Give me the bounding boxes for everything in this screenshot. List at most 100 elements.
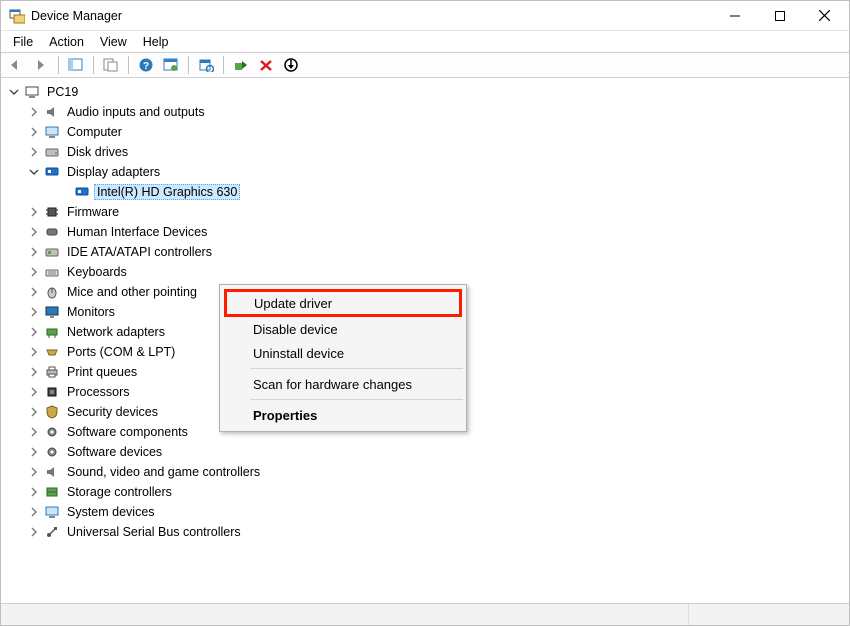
chevron-right-icon[interactable] [27, 425, 41, 439]
display-adapter-icon [43, 164, 61, 180]
menu-help[interactable]: Help [135, 33, 177, 51]
device-manager-window: Device Manager File Action View Help [0, 0, 850, 626]
chevron-right-icon[interactable] [27, 405, 41, 419]
disable-device-button[interactable] [280, 54, 302, 76]
tree-item-storage[interactable]: Storage controllers [3, 482, 847, 502]
printer-icon [43, 364, 61, 380]
close-button[interactable] [802, 1, 847, 30]
menubar: File Action View Help [1, 31, 849, 53]
tree-item-swdev[interactable]: Software devices [3, 442, 847, 462]
ide-icon [43, 244, 61, 260]
tree-item-hid[interactable]: Human Interface Devices [3, 222, 847, 242]
action-properties-button[interactable] [160, 54, 182, 76]
tree-item-system[interactable]: System devices [3, 502, 847, 522]
network-icon [43, 324, 61, 340]
tree-item-label: Computer [64, 124, 125, 140]
context-properties[interactable]: Properties [223, 403, 463, 427]
menu-view[interactable]: View [92, 33, 135, 51]
menu-action[interactable]: Action [41, 33, 92, 51]
chevron-right-icon[interactable] [27, 105, 41, 119]
show-hide-console-tree-button[interactable] [65, 54, 87, 76]
storage-icon [43, 484, 61, 500]
context-separator [250, 368, 463, 369]
titlebar: Device Manager [1, 1, 849, 31]
chevron-right-icon[interactable] [27, 445, 41, 459]
context-uninstall-device[interactable]: Uninstall device [223, 341, 463, 365]
minimize-button[interactable] [712, 1, 757, 30]
chevron-right-icon[interactable] [27, 385, 41, 399]
tree-item-label: Audio inputs and outputs [64, 104, 208, 120]
maximize-button[interactable] [757, 1, 802, 30]
context-update-driver[interactable]: Update driver [224, 289, 462, 317]
chevron-right-icon[interactable] [27, 365, 41, 379]
help-button[interactable]: ? [135, 54, 157, 76]
chevron-right-icon[interactable] [27, 225, 41, 239]
shield-icon [43, 404, 61, 420]
tree-item-label: Disk drives [64, 144, 131, 160]
toolbar: ? [1, 53, 849, 78]
update-driver-button[interactable] [230, 54, 252, 76]
toolbar-separator [223, 56, 224, 74]
speaker-icon [43, 104, 61, 120]
hid-icon [43, 224, 61, 240]
toolbar-separator [128, 56, 129, 74]
chevron-right-icon[interactable] [27, 245, 41, 259]
tree-item-label: Software components [64, 424, 191, 440]
forward-button[interactable] [30, 54, 52, 76]
chevron-right-icon[interactable] [27, 305, 41, 319]
tree-item-ide[interactable]: IDE ATA/ATAPI controllers [3, 242, 847, 262]
svg-text:?: ? [143, 61, 149, 72]
menu-file[interactable]: File [5, 33, 41, 51]
tree-item-label: Processors [64, 384, 133, 400]
chevron-right-icon[interactable] [27, 125, 41, 139]
chevron-right-icon[interactable] [27, 525, 41, 539]
chevron-right-icon[interactable] [27, 465, 41, 479]
tree-item-firmware[interactable]: Firmware [3, 202, 847, 222]
tree-item-usb[interactable]: Universal Serial Bus controllers [3, 522, 847, 542]
statusbar [1, 603, 849, 625]
tree-item-label: Ports (COM & LPT) [64, 344, 178, 360]
tree-item-computer[interactable]: Computer [3, 122, 847, 142]
chevron-right-icon[interactable] [27, 505, 41, 519]
back-button[interactable] [5, 54, 27, 76]
tree-item-label: Storage controllers [64, 484, 175, 500]
gear-icon [43, 444, 61, 460]
tree-item-label: Keyboards [64, 264, 130, 280]
context-scan-hardware[interactable]: Scan for hardware changes [223, 372, 463, 396]
chevron-right-icon[interactable] [27, 345, 41, 359]
scan-hardware-button[interactable] [195, 54, 217, 76]
properties-sheet-button[interactable] [100, 54, 122, 76]
tree-item-display[interactable]: Display adapters [3, 162, 847, 182]
chevron-right-icon[interactable] [27, 145, 41, 159]
chevron-right-icon[interactable] [27, 325, 41, 339]
tree-item-intel-graphics[interactable]: Intel(R) HD Graphics 630 [3, 182, 847, 202]
tree-item-label: Network adapters [64, 324, 168, 340]
tree-item-label: Mice and other pointing [64, 284, 200, 300]
status-pane [1, 604, 689, 625]
gear-icon [43, 424, 61, 440]
tree-item-keyboards[interactable]: Keyboards [3, 262, 847, 282]
context-separator [250, 399, 463, 400]
chevron-down-icon[interactable] [27, 165, 41, 179]
chevron-right-icon[interactable] [27, 205, 41, 219]
uninstall-device-button[interactable] [255, 54, 277, 76]
tree-item-label: Print queues [64, 364, 140, 380]
chevron-right-icon[interactable] [27, 485, 41, 499]
tree-item-audio[interactable]: Audio inputs and outputs [3, 102, 847, 122]
context-disable-device[interactable]: Disable device [223, 317, 463, 341]
device-tree[interactable]: PC19 Audio inputs and outputs Computer D… [1, 78, 849, 603]
tree-item-disk[interactable]: Disk drives [3, 142, 847, 162]
cpu-icon [43, 384, 61, 400]
chevron-right-icon[interactable] [27, 265, 41, 279]
window-title: Device Manager [31, 9, 712, 23]
chevron-down-icon[interactable] [7, 85, 21, 99]
tree-item-sound[interactable]: Sound, video and game controllers [3, 462, 847, 482]
app-icon [9, 8, 25, 24]
computer-icon [23, 84, 41, 100]
port-icon [43, 344, 61, 360]
window-controls [712, 1, 847, 30]
tree-item-label: Intel(R) HD Graphics 630 [94, 184, 240, 200]
tree-root-row[interactable]: PC19 [3, 82, 847, 102]
tree-root-label: PC19 [44, 84, 81, 100]
chevron-right-icon[interactable] [27, 285, 41, 299]
